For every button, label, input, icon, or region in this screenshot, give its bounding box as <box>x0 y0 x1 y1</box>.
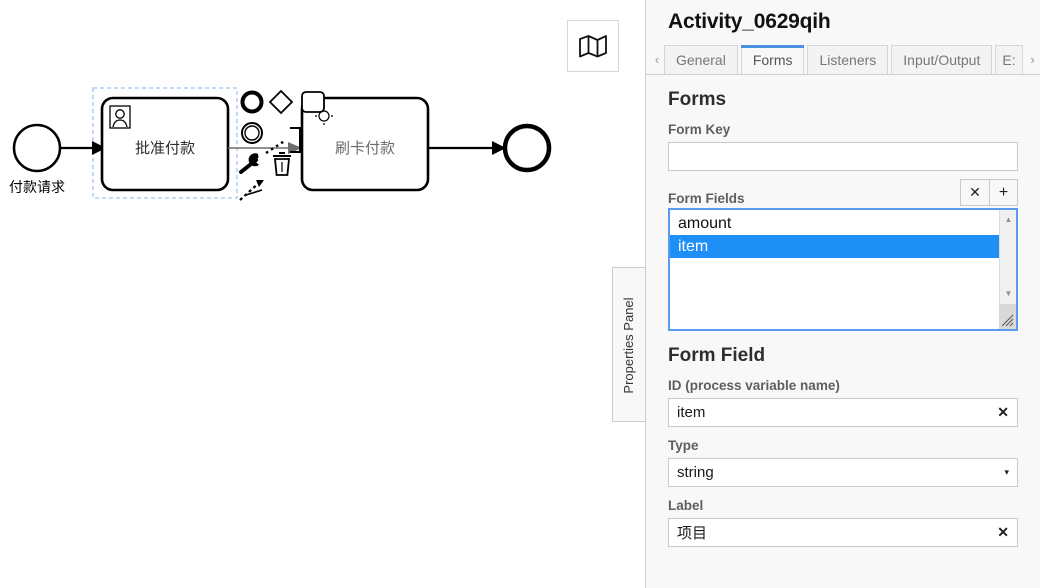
form-field-type-label: Type <box>668 438 699 453</box>
append-intermediate-event-inner <box>244 125 260 141</box>
service-task-label: 刷卡付款 <box>335 140 395 157</box>
tab-listeners[interactable]: Listeners <box>807 45 889 74</box>
properties-panel-tab-label: Properties Panel <box>621 297 636 394</box>
list-item[interactable]: amount <box>670 212 999 235</box>
add-form-field-button[interactable]: + <box>989 179 1018 206</box>
tab-general[interactable]: General <box>664 45 738 74</box>
bpmn-canvas[interactable]: 付款请求 批准付款 刷卡付款 Properties Panel <box>0 0 645 588</box>
form-fields-header: Form Fields ✕ + <box>668 179 1018 208</box>
form-field-type-select[interactable]: string ▾ <box>668 458 1018 487</box>
resize-grip-lines <box>1001 314 1014 327</box>
properties-panel: Activity_0629qih ‹ General Forms Listene… <box>645 0 1040 588</box>
append-flow-icon[interactable] <box>239 180 264 201</box>
form-fields-label: Form Fields <box>668 191 745 206</box>
remove-form-field-button[interactable]: ✕ <box>960 179 989 206</box>
start-event-shape[interactable] <box>12 123 62 173</box>
form-key-input[interactable] <box>668 142 1018 171</box>
append-gateway-icon[interactable] <box>268 89 294 115</box>
panel-body: Forms Form Key Form Fields ✕ + amount it… <box>646 89 1040 547</box>
form-field-label-value: 项目 <box>677 525 708 542</box>
properties-panel-tab[interactable]: Properties Panel <box>612 267 645 422</box>
form-fields-listbox[interactable]: amount item ▲ ▼ <box>668 208 1018 331</box>
wrench-icon[interactable] <box>239 153 259 174</box>
form-field-section-title: Form Field <box>668 345 766 366</box>
clear-icon[interactable]: ✕ <box>991 524 1009 541</box>
form-field-id-value: item <box>677 404 706 421</box>
form-fields-actions: ✕ + <box>960 179 1018 206</box>
form-field-type-value: string <box>677 464 714 481</box>
minimap-toggle-button[interactable] <box>567 20 619 72</box>
form-field-id-label: ID (process variable name) <box>668 378 840 393</box>
append-end-event-icon[interactable] <box>240 90 264 114</box>
tab-scroll-left-icon[interactable]: ‹ <box>650 45 664 74</box>
panel-tabbar: ‹ General Forms Listeners Input/Output E… <box>646 43 1040 75</box>
tab-scroll-right-icon[interactable]: › <box>1026 45 1040 74</box>
end-event-shape[interactable] <box>502 123 552 173</box>
tab-forms[interactable]: Forms <box>740 45 805 74</box>
tab-extensions[interactable]: E: <box>995 45 1023 74</box>
forms-section-title: Forms <box>668 89 727 110</box>
form-field-label-input[interactable]: 项目 ✕ <box>668 518 1018 547</box>
triangle-down-icon[interactable]: ▼ <box>1000 286 1017 301</box>
form-field-id-input[interactable]: item ✕ <box>668 398 1018 427</box>
tab-input-output[interactable]: Input/Output <box>891 45 993 74</box>
form-key-label: Form Key <box>668 122 731 137</box>
panel-title: Activity_0629qih <box>668 10 831 33</box>
form-field-label-label: Label <box>668 498 704 513</box>
bpmn-diagram[interactable]: 付款请求 批准付款 刷卡付款 <box>0 0 645 588</box>
list-item[interactable]: item <box>670 235 999 258</box>
user-task-label: 批准付款 <box>135 140 195 157</box>
append-task-icon[interactable] <box>301 91 325 113</box>
form-fields-list: amount item <box>670 210 999 329</box>
trash-icon[interactable] <box>273 152 291 176</box>
chevron-down-icon: ▾ <box>1004 467 1009 477</box>
application-window: 付款请求 批准付款 刷卡付款 Properties Panel Activity… <box>0 0 1040 588</box>
map-icon <box>579 35 607 58</box>
resize-grip-icon[interactable] <box>999 304 1016 329</box>
start-event-label: 付款请求 <box>9 179 65 195</box>
triangle-up-icon[interactable]: ▲ <box>1000 212 1017 227</box>
form-fields-scrollbar[interactable]: ▲ ▼ <box>999 210 1016 329</box>
clear-icon[interactable]: ✕ <box>991 404 1009 421</box>
